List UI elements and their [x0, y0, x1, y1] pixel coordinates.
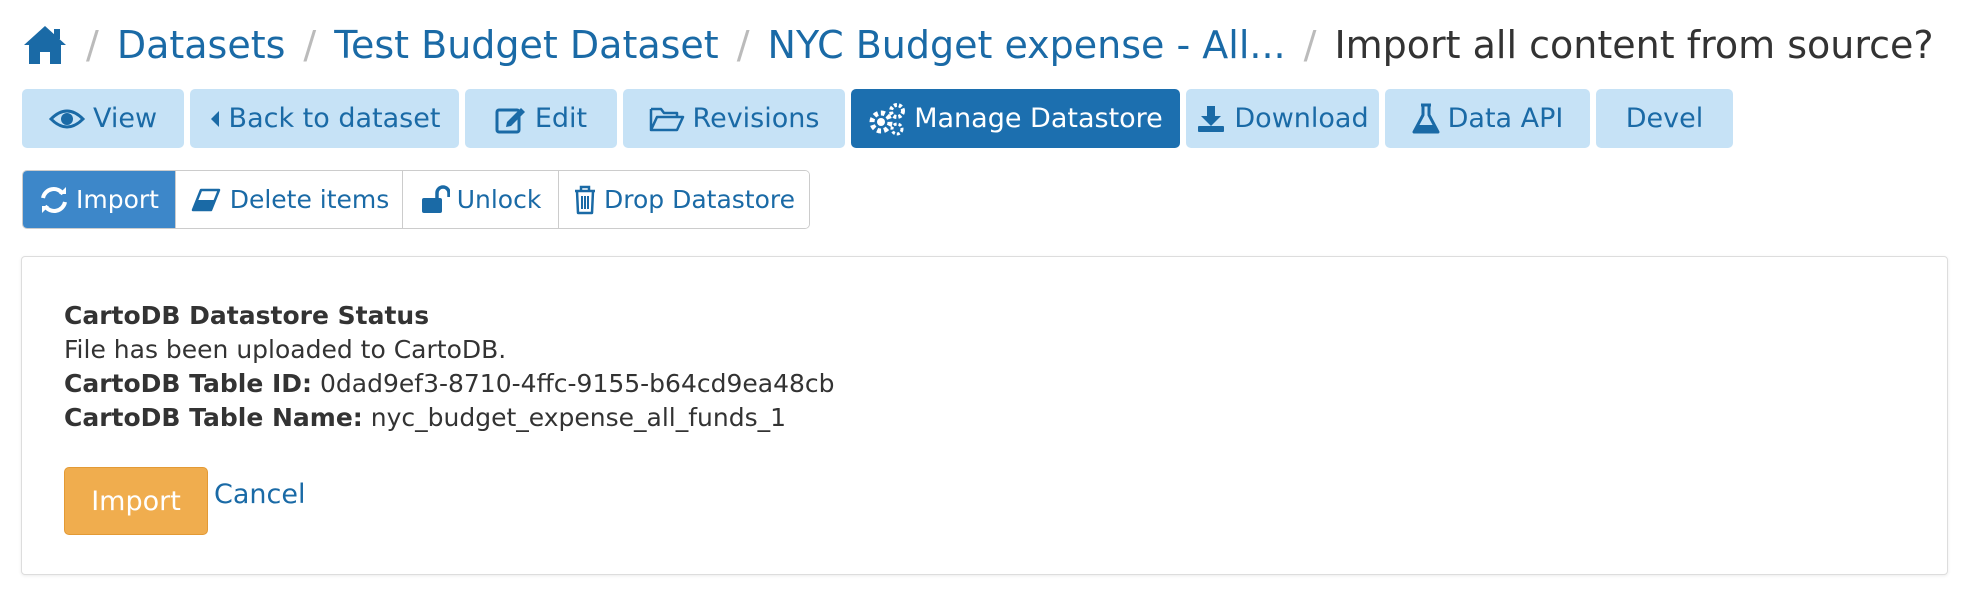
tab-view[interactable]: View	[22, 89, 184, 148]
tab-revisions[interactable]: Revisions	[623, 89, 845, 148]
download-icon	[1198, 105, 1225, 132]
tab-revisions-label: Revisions	[692, 103, 820, 134]
table-name-value: nyc_budget_expense_all_funds_1	[370, 403, 787, 432]
tab-devel-label: Devel	[1625, 103, 1704, 134]
status-heading: CartoDB Datastore Status	[64, 301, 430, 330]
status-message: File has been uploaded to CartoDB.	[64, 335, 507, 364]
tab-data-api[interactable]: Data API	[1385, 89, 1590, 148]
table-id-value: 0dad9ef3-8710-4ffc-9155-b64cd9ea48cb	[320, 369, 835, 398]
tab-manage-datastore[interactable]: Manage Datastore	[851, 89, 1180, 148]
tab-data-api-label: Data API	[1447, 103, 1564, 134]
breadcrumb-separator: /	[736, 23, 750, 67]
unlock-label: Unlock	[456, 185, 542, 214]
eraser-icon	[191, 188, 220, 211]
drop-datastore-label: Drop Datastore	[603, 185, 795, 214]
tab-download[interactable]: Download	[1186, 89, 1379, 148]
delete-items-button[interactable]: Delete items	[176, 171, 403, 228]
unlock-button[interactable]: Unlock	[403, 171, 559, 228]
tab-edit[interactable]: Edit	[465, 89, 617, 148]
eye-icon	[48, 109, 85, 128]
breadcrumb-resource[interactable]: NYC Budget expense - All...	[768, 23, 1286, 67]
tab-download-label: Download	[1234, 103, 1369, 134]
trash-icon	[574, 185, 595, 214]
import-button[interactable]: Import	[64, 467, 208, 535]
table-id-label: CartoDB Table ID:	[64, 369, 313, 398]
delete-items-label: Delete items	[229, 185, 390, 214]
tab-back-to-dataset[interactable]: Back to dataset	[190, 89, 459, 148]
datastore-status-panel: CartoDB Datastore Status File has been u…	[21, 256, 1948, 575]
folder-open-icon	[649, 107, 684, 131]
tab-edit-label: Edit	[534, 103, 588, 134]
home-icon[interactable]	[22, 23, 68, 67]
flask-icon	[1412, 103, 1440, 133]
tab-back-label: Back to dataset	[228, 103, 441, 134]
unlock-icon	[421, 184, 450, 213]
drop-datastore-button[interactable]: Drop Datastore	[559, 171, 809, 228]
tab-manage-label: Manage Datastore	[914, 103, 1163, 134]
resource-nav: View Back to dataset Edit Revisions Mana…	[22, 89, 1739, 148]
breadcrumb-separator: /	[86, 23, 99, 67]
breadcrumb-datasets[interactable]: Datasets	[117, 23, 286, 67]
tab-devel[interactable]: Devel	[1596, 89, 1733, 148]
cogs-icon	[869, 102, 906, 135]
edit-icon	[495, 107, 525, 133]
breadcrumb-separator: /	[303, 23, 317, 67]
breadcrumb-dataset[interactable]: Test Budget Dataset	[334, 23, 718, 67]
status-block: CartoDB Datastore Status File has been u…	[64, 299, 835, 435]
refresh-icon	[41, 186, 67, 213]
table-name-label: CartoDB Table Name:	[64, 403, 363, 432]
tab-view-label: View	[92, 103, 158, 134]
import-action-label: Import	[76, 185, 159, 214]
datastore-actions: Import Delete items Unlock Drop Datastor…	[22, 170, 810, 229]
import-action-button[interactable]: Import	[23, 171, 176, 228]
breadcrumb-separator: /	[1303, 23, 1317, 67]
page-title: Import all content from source?	[1334, 23, 1934, 67]
cancel-link[interactable]: Cancel	[214, 479, 305, 510]
caret-left-icon	[210, 110, 219, 127]
breadcrumb: / Datasets / Test Budget Dataset / NYC B…	[22, 14, 1934, 76]
